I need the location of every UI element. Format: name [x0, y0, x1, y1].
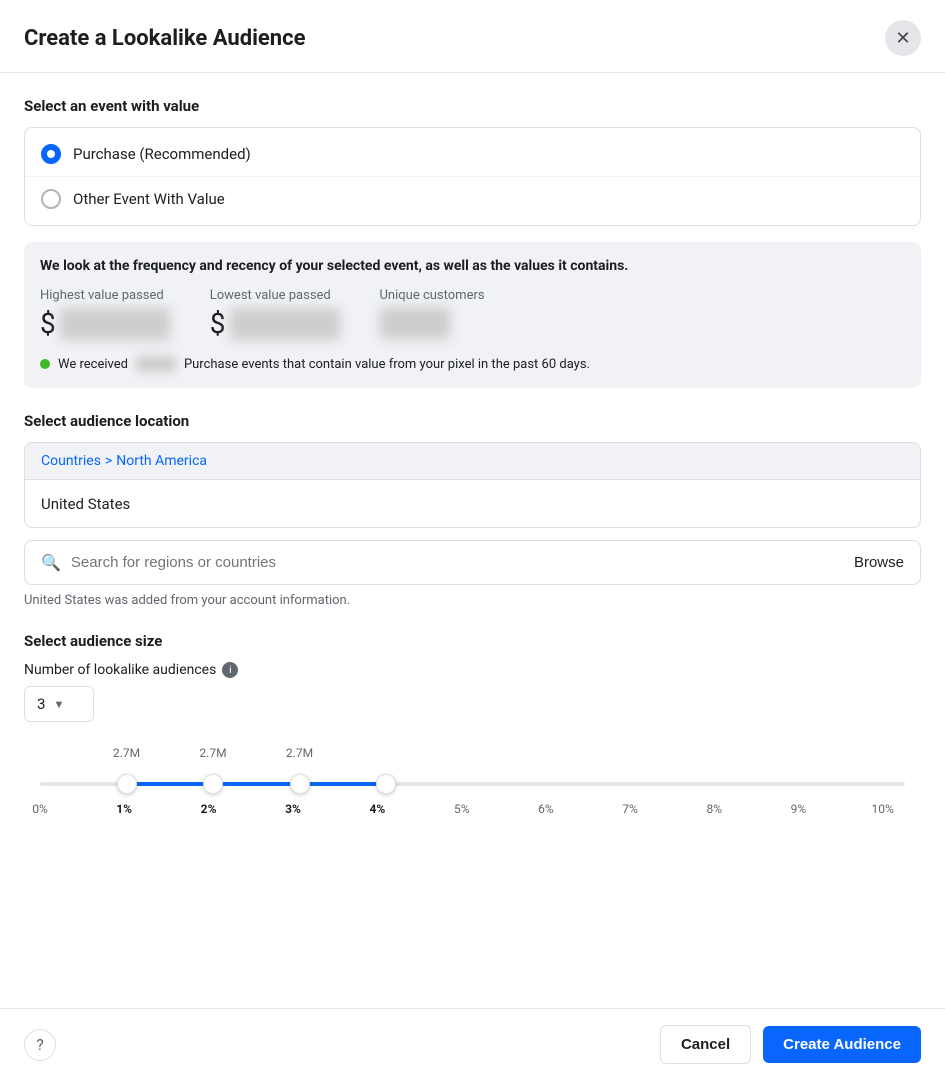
lowest-dollar: $: [210, 307, 226, 340]
location-note: United States was added from your accoun…: [24, 593, 921, 608]
received-prefix: We received: [58, 357, 128, 372]
breadcrumb-countries[interactable]: Countries: [41, 453, 101, 469]
unique-blurred: [380, 307, 450, 339]
lowest-label: Lowest value passed: [210, 288, 340, 303]
event-radio-box: Purchase (Recommended) Other Event With …: [24, 127, 921, 226]
chevron-down-icon: ▼: [53, 698, 64, 711]
selected-location-box: United States: [24, 480, 921, 528]
size-section-title: Select audience size: [24, 632, 921, 650]
unique-value: [380, 307, 485, 339]
slider-thumb-1[interactable]: [117, 774, 137, 794]
slider-top-label-2: 2.7M: [199, 746, 226, 760]
pct-2: 2%: [201, 802, 217, 816]
audience-count-label: Number of lookalike audiences i: [24, 662, 921, 678]
location-title: Select audience location: [24, 412, 921, 430]
count-label-text: Number of lookalike audiences: [24, 662, 216, 678]
highest-value: $: [40, 307, 170, 340]
browse-button[interactable]: Browse: [854, 554, 904, 571]
slider-thumb-4[interactable]: [376, 774, 396, 794]
modal-title: Create a Lookalike Audience: [24, 26, 305, 51]
option-other[interactable]: Other Event With Value: [25, 176, 920, 221]
radio-other-circle: [41, 189, 61, 209]
modal: Create a Lookalike Audience ✕ Select an …: [0, 0, 945, 1080]
selected-location-text: United States: [41, 495, 130, 513]
pct-8: 8%: [706, 802, 722, 816]
option-other-label: Other Event With Value: [73, 190, 225, 208]
green-dot-icon: [40, 359, 50, 369]
metric-lowest: Lowest value passed $: [210, 288, 340, 340]
metrics-row: Highest value passed $ Lowest value pass…: [40, 288, 905, 340]
dropdown-value: 3: [37, 695, 45, 713]
modal-header: Create a Lookalike Audience ✕: [0, 0, 945, 73]
pct-9: 9%: [791, 802, 807, 816]
option-purchase-label: Purchase (Recommended): [73, 145, 251, 163]
option-purchase[interactable]: Purchase (Recommended): [25, 132, 920, 176]
audience-size-section: Select audience size Number of lookalike…: [24, 632, 921, 816]
pct-3: 3%: [285, 802, 301, 816]
received-count-blurred: [136, 356, 176, 372]
slider-thumb-3[interactable]: [290, 774, 310, 794]
slider-fill: [127, 782, 387, 786]
slider-track: [40, 782, 905, 786]
pct-5: 5%: [454, 802, 470, 816]
slider-top-label-1: 2.7M: [113, 746, 140, 760]
slider-track-container: [40, 774, 905, 794]
number-dropdown[interactable]: 3 ▼: [24, 686, 94, 722]
unique-label: Unique customers: [380, 288, 485, 303]
info-icon[interactable]: i: [222, 662, 238, 678]
highest-dollar: $: [40, 307, 56, 340]
search-icon: 🔍: [41, 553, 61, 572]
pct-1: 1%: [116, 802, 132, 816]
search-bar[interactable]: 🔍 Browse: [24, 540, 921, 585]
slider-bottom-labels: 0% 1% 2% 3% 4% 5% 6% 7% 8% 9% 10%: [40, 802, 905, 816]
metric-unique: Unique customers: [380, 288, 485, 340]
slider-top-label-3: 2.7M: [286, 746, 313, 760]
received-row: We received Purchase events that contain…: [40, 356, 905, 372]
lowest-blurred: [230, 308, 340, 340]
search-input[interactable]: [71, 554, 844, 571]
info-box-text: We look at the frequency and recency of …: [40, 258, 905, 274]
breadcrumb-sep: >: [105, 453, 112, 469]
lowest-value: $: [210, 307, 340, 340]
modal-footer: ? Cancel Create Audience: [0, 1008, 945, 1080]
close-button[interactable]: ✕: [885, 20, 921, 56]
pct-4: 4%: [369, 802, 385, 816]
help-button[interactable]: ?: [24, 1029, 56, 1061]
highest-label: Highest value passed: [40, 288, 170, 303]
breadcrumb-region[interactable]: North America: [116, 453, 207, 469]
cancel-button[interactable]: Cancel: [660, 1025, 751, 1064]
info-box: We look at the frequency and recency of …: [24, 242, 921, 388]
slider-thumb-2[interactable]: [203, 774, 223, 794]
metric-highest: Highest value passed $: [40, 288, 170, 340]
create-audience-button[interactable]: Create Audience: [763, 1026, 921, 1063]
pct-7: 7%: [622, 802, 638, 816]
radio-purchase-circle: [41, 144, 61, 164]
pct-0: 0%: [32, 802, 48, 816]
location-section: Select audience location Countries > Nor…: [24, 412, 921, 608]
slider-section: 2.7M 2.7M 2.7M 0: [24, 746, 921, 816]
pct-6: 6%: [538, 802, 554, 816]
slider-top-labels: 2.7M 2.7M 2.7M: [40, 746, 905, 770]
breadcrumb-bar: Countries > North America: [24, 442, 921, 480]
received-suffix: Purchase events that contain value from …: [184, 357, 590, 372]
event-section-title: Select an event with value: [24, 97, 921, 115]
modal-body: Select an event with value Purchase (Rec…: [0, 73, 945, 1008]
pct-10: 10%: [871, 802, 893, 816]
highest-blurred: [60, 308, 170, 340]
